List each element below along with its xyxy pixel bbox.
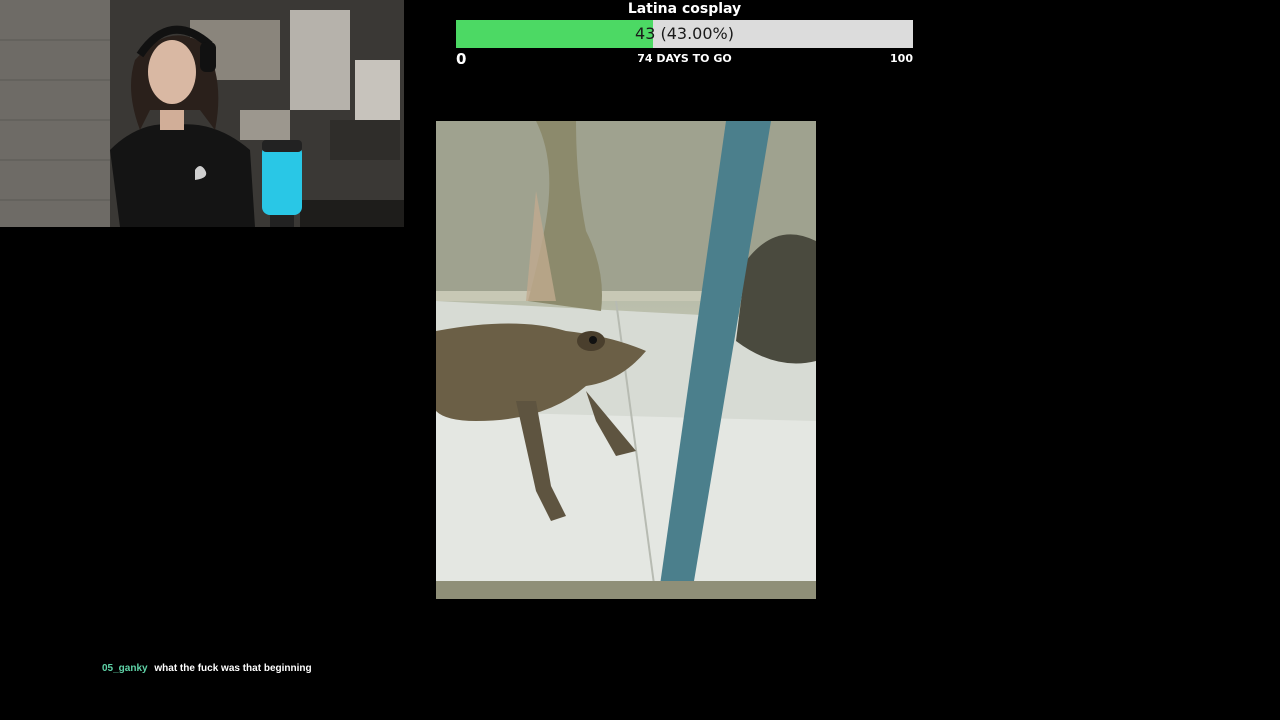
- goal-progress-value: 43 (43.00%): [635, 24, 734, 43]
- frog-video-illustration: [436, 121, 816, 599]
- goal-title: Latina cosplay: [627, 1, 742, 17]
- goal-widget: Latina cosplay 43 (43.00%) 0 74 DAYS TO …: [456, 0, 913, 68]
- goal-progress-bar: 43 (43.00%): [456, 20, 913, 48]
- goal-max-label: 100: [890, 52, 913, 65]
- chat-message-text: what the fuck was that beginning: [154, 663, 312, 674]
- goal-days-remaining: 74 DAYS TO GO: [637, 52, 732, 65]
- frog-video: [436, 121, 816, 599]
- webcam-illustration: [0, 0, 404, 227]
- webcam-feed: [0, 0, 404, 227]
- stream-overlay: Latina cosplay 43 (43.00%) 0 74 DAYS TO …: [0, 0, 1280, 720]
- chat-message: 05_ganky what the fuck was that beginnin…: [102, 663, 312, 674]
- chat-username[interactable]: 05_ganky: [102, 663, 148, 674]
